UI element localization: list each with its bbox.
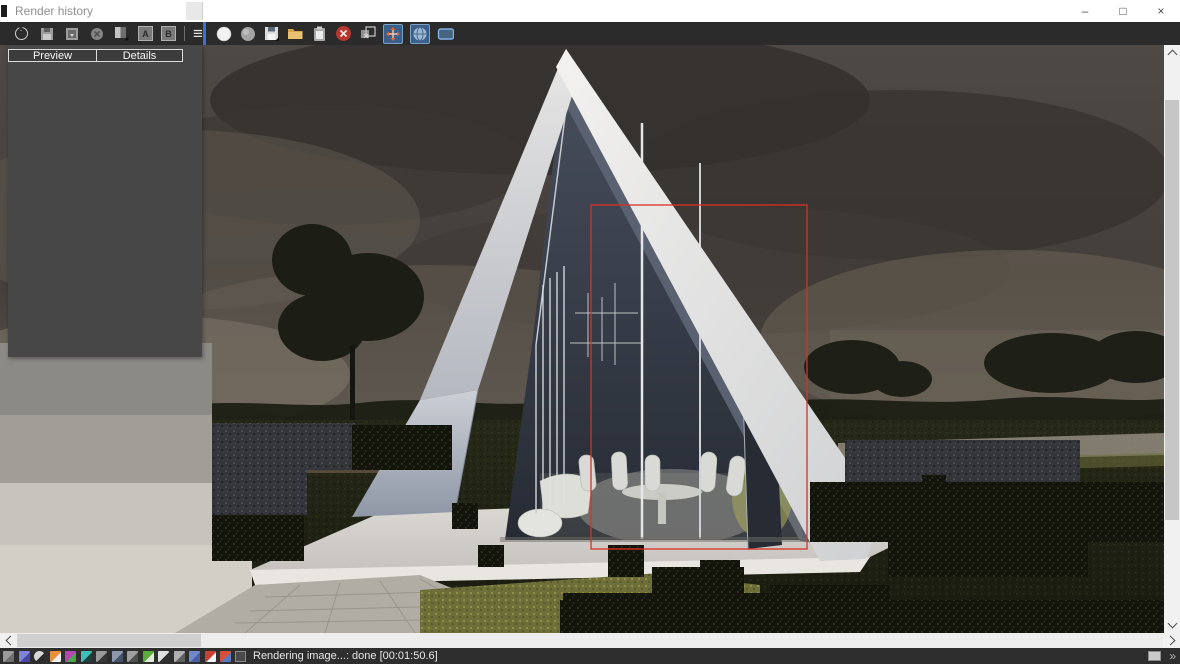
blue-tile-icon[interactable] [189, 650, 200, 662]
window-controls: – □ × [1066, 0, 1180, 22]
h-red-icon[interactable] [204, 650, 216, 662]
bars-red-blue-icon[interactable] [220, 650, 231, 662]
status-icon-strip [0, 650, 231, 662]
set-b-icon[interactable]: B [161, 26, 176, 41]
chevron-double-icon[interactable]: » [1169, 650, 1176, 662]
maximize-button[interactable]: □ [1104, 0, 1142, 22]
menu-icon[interactable]: ≡ [193, 25, 203, 42]
render-history-panel: Preview Details [8, 45, 202, 357]
save-icon[interactable] [38, 25, 55, 42]
vertical-scroll-thumb[interactable] [1165, 100, 1179, 520]
horizontal-scrollbar[interactable] [0, 633, 1180, 648]
frame-icon[interactable] [235, 650, 246, 662]
vfb-window: { "window": { "title": "Render history",… [0, 0, 1180, 664]
power-icon[interactable] [13, 24, 30, 42]
titlebar: Render history – □ × [0, 0, 1180, 22]
clipboard-icon[interactable] [311, 25, 328, 42]
white-sphere-icon[interactable] [215, 25, 232, 42]
panel-tabs: Preview Details [8, 49, 183, 62]
app-icon [1, 5, 7, 17]
grid-gray-icon[interactable] [173, 650, 185, 662]
gray-sphere-icon[interactable] [239, 25, 256, 42]
status-message: Rendering image...: done [00:01:50.6] [253, 650, 438, 662]
scroll-left-arrow[interactable] [0, 633, 17, 648]
track-mouse-icon[interactable] [410, 23, 430, 44]
diagonal-blue-icon[interactable] [111, 650, 123, 662]
save-to-history-icon[interactable] [63, 25, 80, 42]
clock-icon[interactable] [34, 650, 45, 662]
horizontal-scroll-thumb[interactable] [17, 634, 201, 647]
open-folder-icon[interactable] [287, 25, 304, 42]
minimize-button[interactable]: – [1066, 0, 1104, 22]
overflow-icon[interactable] [1148, 651, 1162, 661]
tab-details[interactable]: Details [97, 49, 183, 62]
magenta-green-icon[interactable] [65, 650, 76, 662]
gear-icon[interactable] [127, 650, 138, 662]
duplicate-view-icon[interactable] [359, 25, 376, 42]
mountain-icon[interactable] [96, 650, 107, 662]
remove-entry-icon[interactable] [88, 25, 105, 42]
scroll-right-arrow[interactable] [1163, 633, 1180, 648]
toolbar-row: A B ≡ [0, 22, 1180, 45]
toolbar-separator [184, 26, 185, 41]
vertical-scrollbar[interactable] [1164, 45, 1180, 633]
main-toolbar [206, 22, 454, 45]
window-icon[interactable] [3, 650, 14, 662]
close-button[interactable]: × [1142, 0, 1180, 22]
clear-image-icon[interactable] [335, 25, 352, 42]
set-a-icon[interactable]: A [138, 26, 153, 41]
window-title: Render history [15, 4, 94, 18]
tab-preview[interactable]: Preview [8, 49, 97, 62]
scroll-up-arrow[interactable] [1164, 45, 1180, 61]
orange-stripe-icon[interactable] [49, 650, 61, 662]
status-bar: Rendering image...: done [00:01:50.6] » [0, 648, 1180, 664]
workspace: Preview Details [0, 45, 1180, 633]
save-image-icon[interactable] [263, 25, 280, 42]
teal-waves-icon[interactable] [80, 650, 92, 662]
photo-green-icon[interactable] [142, 650, 154, 662]
pan-tool-icon[interactable] [383, 23, 403, 44]
compare-ab-icon[interactable] [113, 25, 130, 42]
panel-scrollbar-top [186, 2, 203, 20]
status-right: » [1148, 650, 1176, 662]
scroll-down-arrow[interactable] [1164, 617, 1180, 633]
app-grid-blue-icon[interactable] [18, 650, 30, 662]
region-render-icon[interactable] [437, 25, 454, 42]
curve-icon[interactable] [158, 650, 169, 662]
history-toolbar: A B ≡ [0, 22, 203, 45]
